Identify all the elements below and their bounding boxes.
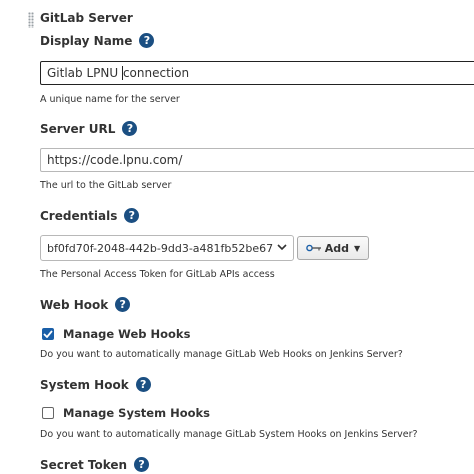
manage-system-hooks-row[interactable]: Manage System Hooks [42,406,210,420]
web-hook-description: Do you want to automatically manage GitL… [40,349,403,360]
server-url-input[interactable]: https://code.lpnu.com/ [40,148,474,172]
credentials-label-text: Credentials [40,208,118,223]
secret-token-label-text: Secret Token [40,457,128,472]
check-icon [43,330,53,338]
secret-token-label: Secret Token ? [40,457,150,472]
credentials-description: The Personal Access Token for GitLab API… [40,269,275,280]
manage-web-hooks-label: Manage Web Hooks [63,327,191,341]
system-hook-label: System Hook ? [40,377,151,392]
help-icon[interactable]: ? [115,297,131,312]
server-url-label-text: Server URL [40,121,116,136]
drag-handle[interactable] [28,12,34,28]
caret-down-icon: ▼ [354,243,361,253]
server-url-description: The url to the GitLab server [40,180,172,191]
manage-system-hooks-label: Manage System Hooks [63,406,211,420]
system-hook-label-text: System Hook [40,377,129,392]
display-name-label-text: Display Name [40,33,133,48]
add-credentials-button[interactable]: Add ▼ [297,236,369,260]
help-icon[interactable]: ? [124,208,140,223]
display-name-description: A unique name for the server [40,94,180,105]
help-icon[interactable]: ? [134,457,150,472]
display-name-value-start: Gitlab LPNU [47,66,122,80]
server-url-label: Server URL ? [40,121,138,136]
server-url-value: https://code.lpnu.com/ [47,153,183,167]
key-icon [305,244,322,252]
web-hook-label-text: Web Hook [40,297,109,312]
manage-web-hooks-checkbox[interactable] [42,328,54,340]
display-name-input[interactable]: Gitlab LPNU connection [40,61,474,85]
web-hook-label: Web Hook ? [40,297,131,312]
credentials-select[interactable]: bf0fd70f-2048-442b-9dd3-a481fb52be67 [40,235,294,261]
help-icon[interactable]: ? [139,33,155,48]
manage-system-hooks-checkbox[interactable] [42,407,54,419]
display-name-label: Display Name ? [40,33,155,48]
add-button-label: Add [324,241,350,255]
help-icon[interactable]: ? [122,121,138,136]
display-name-value-end: connection [122,66,190,80]
help-icon[interactable]: ? [135,377,151,392]
manage-web-hooks-row[interactable]: Manage Web Hooks [42,327,190,341]
credentials-label: Credentials ? [40,208,140,223]
chevron-down-icon [277,243,287,254]
section-title: GitLab Server [40,11,133,25]
system-hook-description: Do you want to automatically manage GitL… [40,429,418,440]
credentials-selected-value: bf0fd70f-2048-442b-9dd3-a481fb52be67 [47,241,274,255]
